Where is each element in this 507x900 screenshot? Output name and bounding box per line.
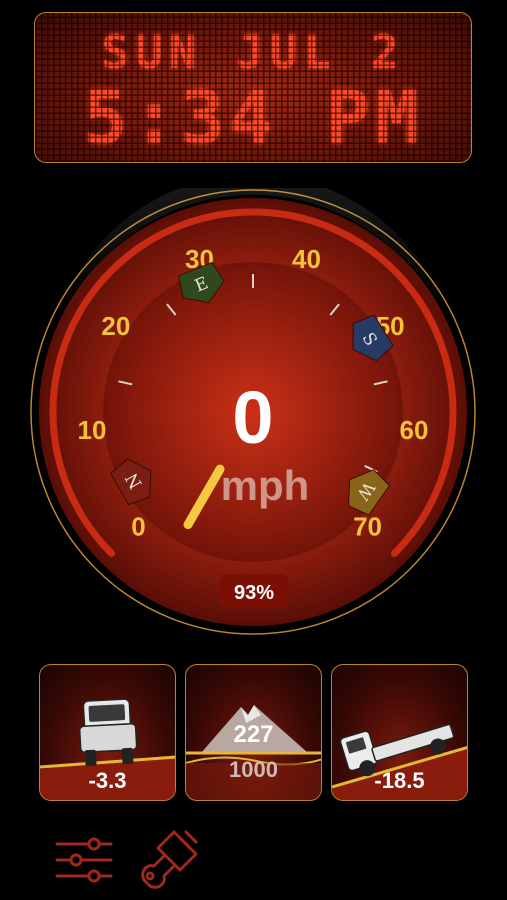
sliders-icon[interactable]: [54, 834, 114, 886]
speed-unit: mph: [221, 462, 310, 509]
elevation-tile[interactable]: 227 1000: [185, 664, 322, 801]
datetime-display: SUN JUL 2 5:34 PM: [34, 12, 472, 163]
elevation-value: 227: [233, 721, 274, 748]
roll-tile[interactable]: -3.3: [39, 664, 176, 801]
pitch-tile[interactable]: -18.5: [331, 664, 468, 801]
tick-label-70: 70: [353, 512, 382, 542]
battery-percentage: 93%: [234, 582, 274, 604]
tick-label-0: 0: [131, 512, 145, 542]
roll-value: -3.3: [88, 768, 127, 793]
elevation-reference: 1000: [229, 757, 278, 782]
tick-label-40: 40: [292, 244, 321, 274]
tick-label-10: 10: [78, 415, 107, 445]
pitch-value: -18.5: [374, 768, 425, 793]
speedometer: 0102030 40506070 NESW 0 mph 93%: [30, 188, 476, 635]
date-text: SUN JUL 2: [101, 25, 405, 79]
tick-label-20: 20: [101, 311, 130, 341]
paintbrush-icon[interactable]: [136, 826, 202, 894]
tick-label-60: 60: [400, 415, 429, 445]
time-text: 5:34 PM: [83, 75, 423, 161]
speed-value: 0: [232, 376, 273, 459]
